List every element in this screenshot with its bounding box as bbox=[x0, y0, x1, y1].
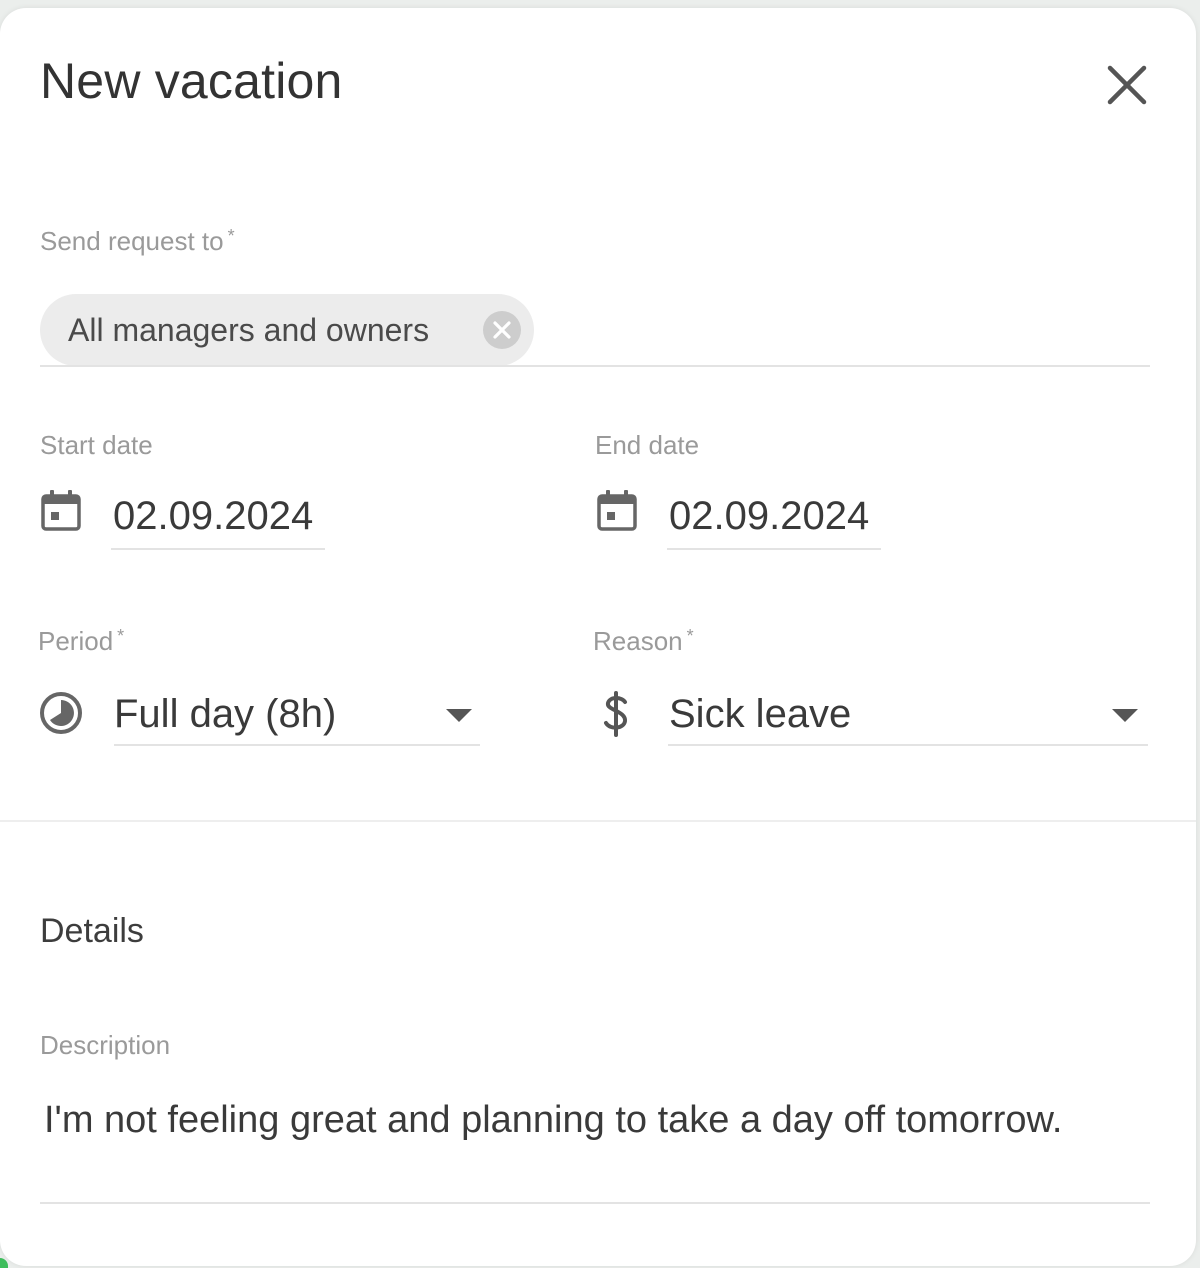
start-date-underline bbox=[111, 548, 325, 550]
reason-dropdown-caret-icon[interactable] bbox=[1112, 709, 1138, 722]
clock-icon bbox=[40, 692, 82, 734]
remove-recipient-button[interactable] bbox=[482, 310, 522, 350]
close-button[interactable] bbox=[1098, 56, 1156, 114]
start-date-input[interactable]: 02.09.2024 bbox=[113, 494, 313, 539]
period-select[interactable]: Full day (8h) bbox=[114, 692, 336, 737]
start-date-label: Start date bbox=[40, 430, 153, 460]
recipient-chip-label: All managers and owners bbox=[68, 312, 430, 348]
close-icon bbox=[1107, 65, 1147, 105]
new-vacation-dialog: New vacation Send request to * All manage… bbox=[0, 8, 1196, 1266]
dialog-title: New vacation bbox=[40, 53, 343, 109]
description-textarea[interactable]: I'm not feeling great and planning to ta… bbox=[44, 1094, 1144, 1146]
dollar-icon bbox=[604, 691, 627, 737]
remove-chip-icon bbox=[483, 311, 521, 349]
period-label: Period * bbox=[38, 626, 125, 656]
reason-select[interactable]: Sick leave bbox=[669, 692, 851, 737]
accent-corner bbox=[0, 1258, 8, 1268]
recipient-underline bbox=[40, 365, 1150, 367]
recipient-chip[interactable]: All managers and owners bbox=[40, 294, 534, 366]
description-underline bbox=[40, 1202, 1150, 1204]
section-divider bbox=[0, 820, 1196, 822]
end-date-calendar-icon bbox=[597, 490, 637, 531]
details-heading: Details bbox=[40, 912, 144, 950]
period-underline bbox=[114, 744, 480, 746]
start-date-calendar-icon bbox=[41, 490, 81, 531]
period-dropdown-caret-icon[interactable] bbox=[446, 709, 472, 722]
end-date-label: End date bbox=[595, 430, 700, 460]
send-request-label: Send request to * bbox=[40, 226, 235, 256]
end-date-input[interactable]: 02.09.2024 bbox=[669, 494, 869, 539]
reason-underline bbox=[668, 744, 1148, 746]
end-date-underline bbox=[667, 548, 881, 550]
reason-label: Reason * bbox=[593, 626, 694, 656]
description-label: Description bbox=[40, 1030, 171, 1060]
